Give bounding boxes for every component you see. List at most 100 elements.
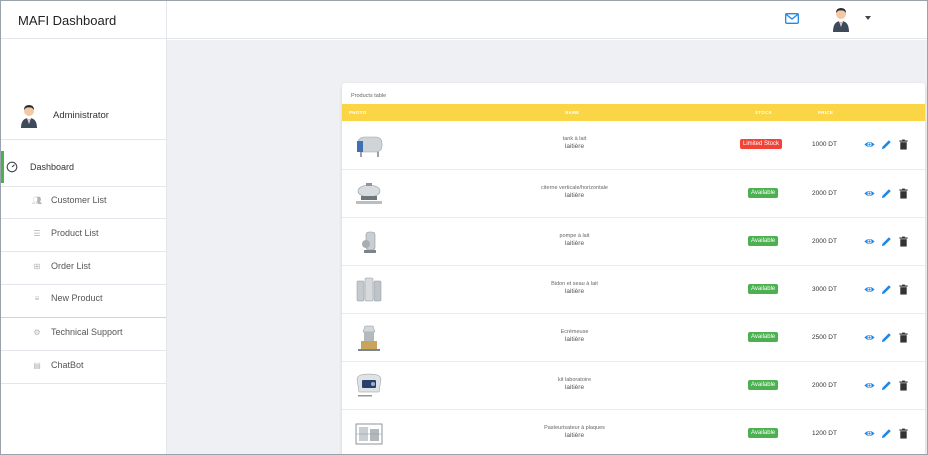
sidebar-item-product-list[interactable]: ☰ Product List	[1, 217, 166, 249]
table-body: tank à lait laitière Limited Stock 1000 …	[342, 121, 925, 454]
product-category: laitière	[564, 240, 585, 247]
product-photo[interactable]	[352, 419, 386, 449]
user-name: Administrator	[53, 109, 109, 121]
eye-icon[interactable]	[864, 428, 875, 439]
product-name: Ecrémeuse	[560, 329, 589, 335]
brand-title[interactable]: MAFI Dashboard	[1, 1, 166, 39]
eye-icon[interactable]	[864, 332, 875, 343]
status-badge: Limited Stock	[740, 139, 783, 149]
table-row: citerne verticale/horizontale laitière A…	[342, 169, 925, 217]
product-name: tank à lait	[562, 136, 587, 142]
table-row: Bidon et seau à lait laitière Available …	[342, 265, 925, 313]
product-category: laitière	[564, 432, 585, 439]
mail-icon[interactable]	[785, 13, 799, 24]
support-icon: ⚙	[33, 327, 41, 337]
product-name-cell: kit laboratoire laitière	[502, 376, 647, 392]
trash-icon[interactable]	[898, 332, 909, 343]
status-badge: Available	[748, 380, 779, 390]
table-row: pompe à lait laitière Available 2000 DT	[342, 217, 925, 265]
top-navbar	[167, 1, 927, 39]
pencil-icon[interactable]	[881, 332, 892, 343]
chat-icon: ▤	[33, 360, 41, 370]
product-photo[interactable]	[352, 275, 386, 305]
trash-icon[interactable]	[898, 139, 909, 150]
sidebar-item-label: Dashboard	[30, 162, 75, 172]
product-category: laitière	[564, 192, 585, 199]
main-content: Products table PHOTO NAME STOCK PRICE ta…	[167, 40, 927, 454]
product-price: 3000 DT	[812, 286, 837, 293]
table-row: tank à lait laitière Limited Stock 1000 …	[342, 121, 925, 169]
sidebar-item-order-list[interactable]: ⊞ Order List	[1, 250, 166, 282]
sidebar-item-dashboard[interactable]: Dashboard	[1, 151, 166, 183]
eye-icon[interactable]	[864, 139, 875, 150]
product-price: 1000 DT	[812, 141, 837, 148]
status-badge: Available	[748, 332, 779, 342]
trash-icon[interactable]	[898, 380, 909, 391]
column-header-name: NAME	[565, 110, 580, 115]
product-category: laitière	[564, 384, 585, 391]
product-name-cell: Ecrémeuse laitière	[502, 328, 647, 344]
pencil-icon[interactable]	[881, 284, 892, 295]
add-list-icon: ≡	[34, 293, 40, 303]
product-photo[interactable]	[352, 323, 386, 353]
speedometer-icon	[6, 161, 18, 173]
table-header: PHOTO NAME STOCK PRICE	[342, 104, 925, 121]
user-avatar-icon[interactable]	[832, 6, 850, 32]
sidebar-item-label: New Product	[51, 293, 103, 303]
eye-icon[interactable]	[864, 284, 875, 295]
status-badge: Available	[748, 428, 779, 438]
product-name-cell: citerne verticale/horizontale laitière	[502, 184, 647, 200]
eye-icon[interactable]	[864, 380, 875, 391]
table-row: kit laboratoire laitière Available 2000 …	[342, 361, 925, 409]
product-name-cell: Bidon et seau à lait laitière	[502, 280, 647, 296]
sidebar: MAFI Dashboard Administrator Dashboard 👥…	[1, 1, 167, 454]
product-category: laitière	[564, 143, 585, 150]
sidebar-item-label: Product List	[51, 228, 99, 238]
product-price: 2000 DT	[812, 382, 837, 389]
product-photo[interactable]	[352, 227, 386, 257]
trash-icon[interactable]	[898, 236, 909, 247]
pencil-icon[interactable]	[881, 380, 892, 391]
sidebar-item-label: ChatBot	[51, 360, 84, 370]
pencil-icon[interactable]	[881, 188, 892, 199]
trash-icon[interactable]	[898, 284, 909, 295]
product-name-cell: Pasteurisateur à plaques laitière	[502, 424, 647, 440]
list-icon: ☰	[33, 228, 41, 238]
user-avatar-icon	[21, 105, 37, 128]
product-name-cell: pompe à lait laitière	[502, 232, 647, 248]
pencil-icon[interactable]	[881, 236, 892, 247]
product-name: kit laboratoire	[557, 377, 592, 383]
product-photo[interactable]	[352, 371, 386, 401]
product-photo[interactable]	[352, 130, 386, 160]
product-price: 2000 DT	[812, 190, 837, 197]
sidebar-item-customer-list[interactable]: 👥︎ Customer List	[1, 184, 166, 216]
product-price: 1200 DT	[812, 430, 837, 437]
status-badge: Available	[748, 236, 779, 246]
eye-icon[interactable]	[864, 236, 875, 247]
status-badge: Available	[748, 284, 779, 294]
sidebar-item-label: Customer List	[51, 195, 107, 205]
divider	[1, 139, 166, 140]
product-photo[interactable]	[352, 179, 386, 209]
trash-icon[interactable]	[898, 188, 909, 199]
eye-icon[interactable]	[864, 188, 875, 199]
pencil-icon[interactable]	[881, 139, 892, 150]
grid-icon: ⊞	[33, 261, 41, 271]
trash-icon[interactable]	[898, 428, 909, 439]
status-badge: Available	[748, 188, 779, 198]
pencil-icon[interactable]	[881, 428, 892, 439]
caret-down-icon[interactable]	[865, 16, 871, 20]
product-name: citerne verticale/horizontale	[541, 185, 608, 191]
app-window: MAFI Dashboard Administrator Dashboard 👥…	[0, 0, 928, 455]
product-category: laitière	[564, 288, 585, 295]
sidebar-item-new-product[interactable]: ≡ New Product	[1, 282, 166, 314]
product-category: laitière	[564, 336, 585, 343]
sidebar-item-chatbot[interactable]: ▤ ChatBot	[1, 349, 166, 381]
sidebar-item-label: Order List	[51, 261, 91, 271]
table-title: Products table	[351, 93, 387, 99]
user-profile[interactable]: Administrator	[18, 101, 109, 129]
product-price: 2000 DT	[812, 238, 837, 245]
product-name: Bidon et seau à lait	[551, 281, 598, 287]
sidebar-item-technical-support[interactable]: ⚙ Technical Support	[1, 316, 166, 348]
table-row: Pasteurisateur à plaques laitière Availa…	[342, 409, 925, 454]
